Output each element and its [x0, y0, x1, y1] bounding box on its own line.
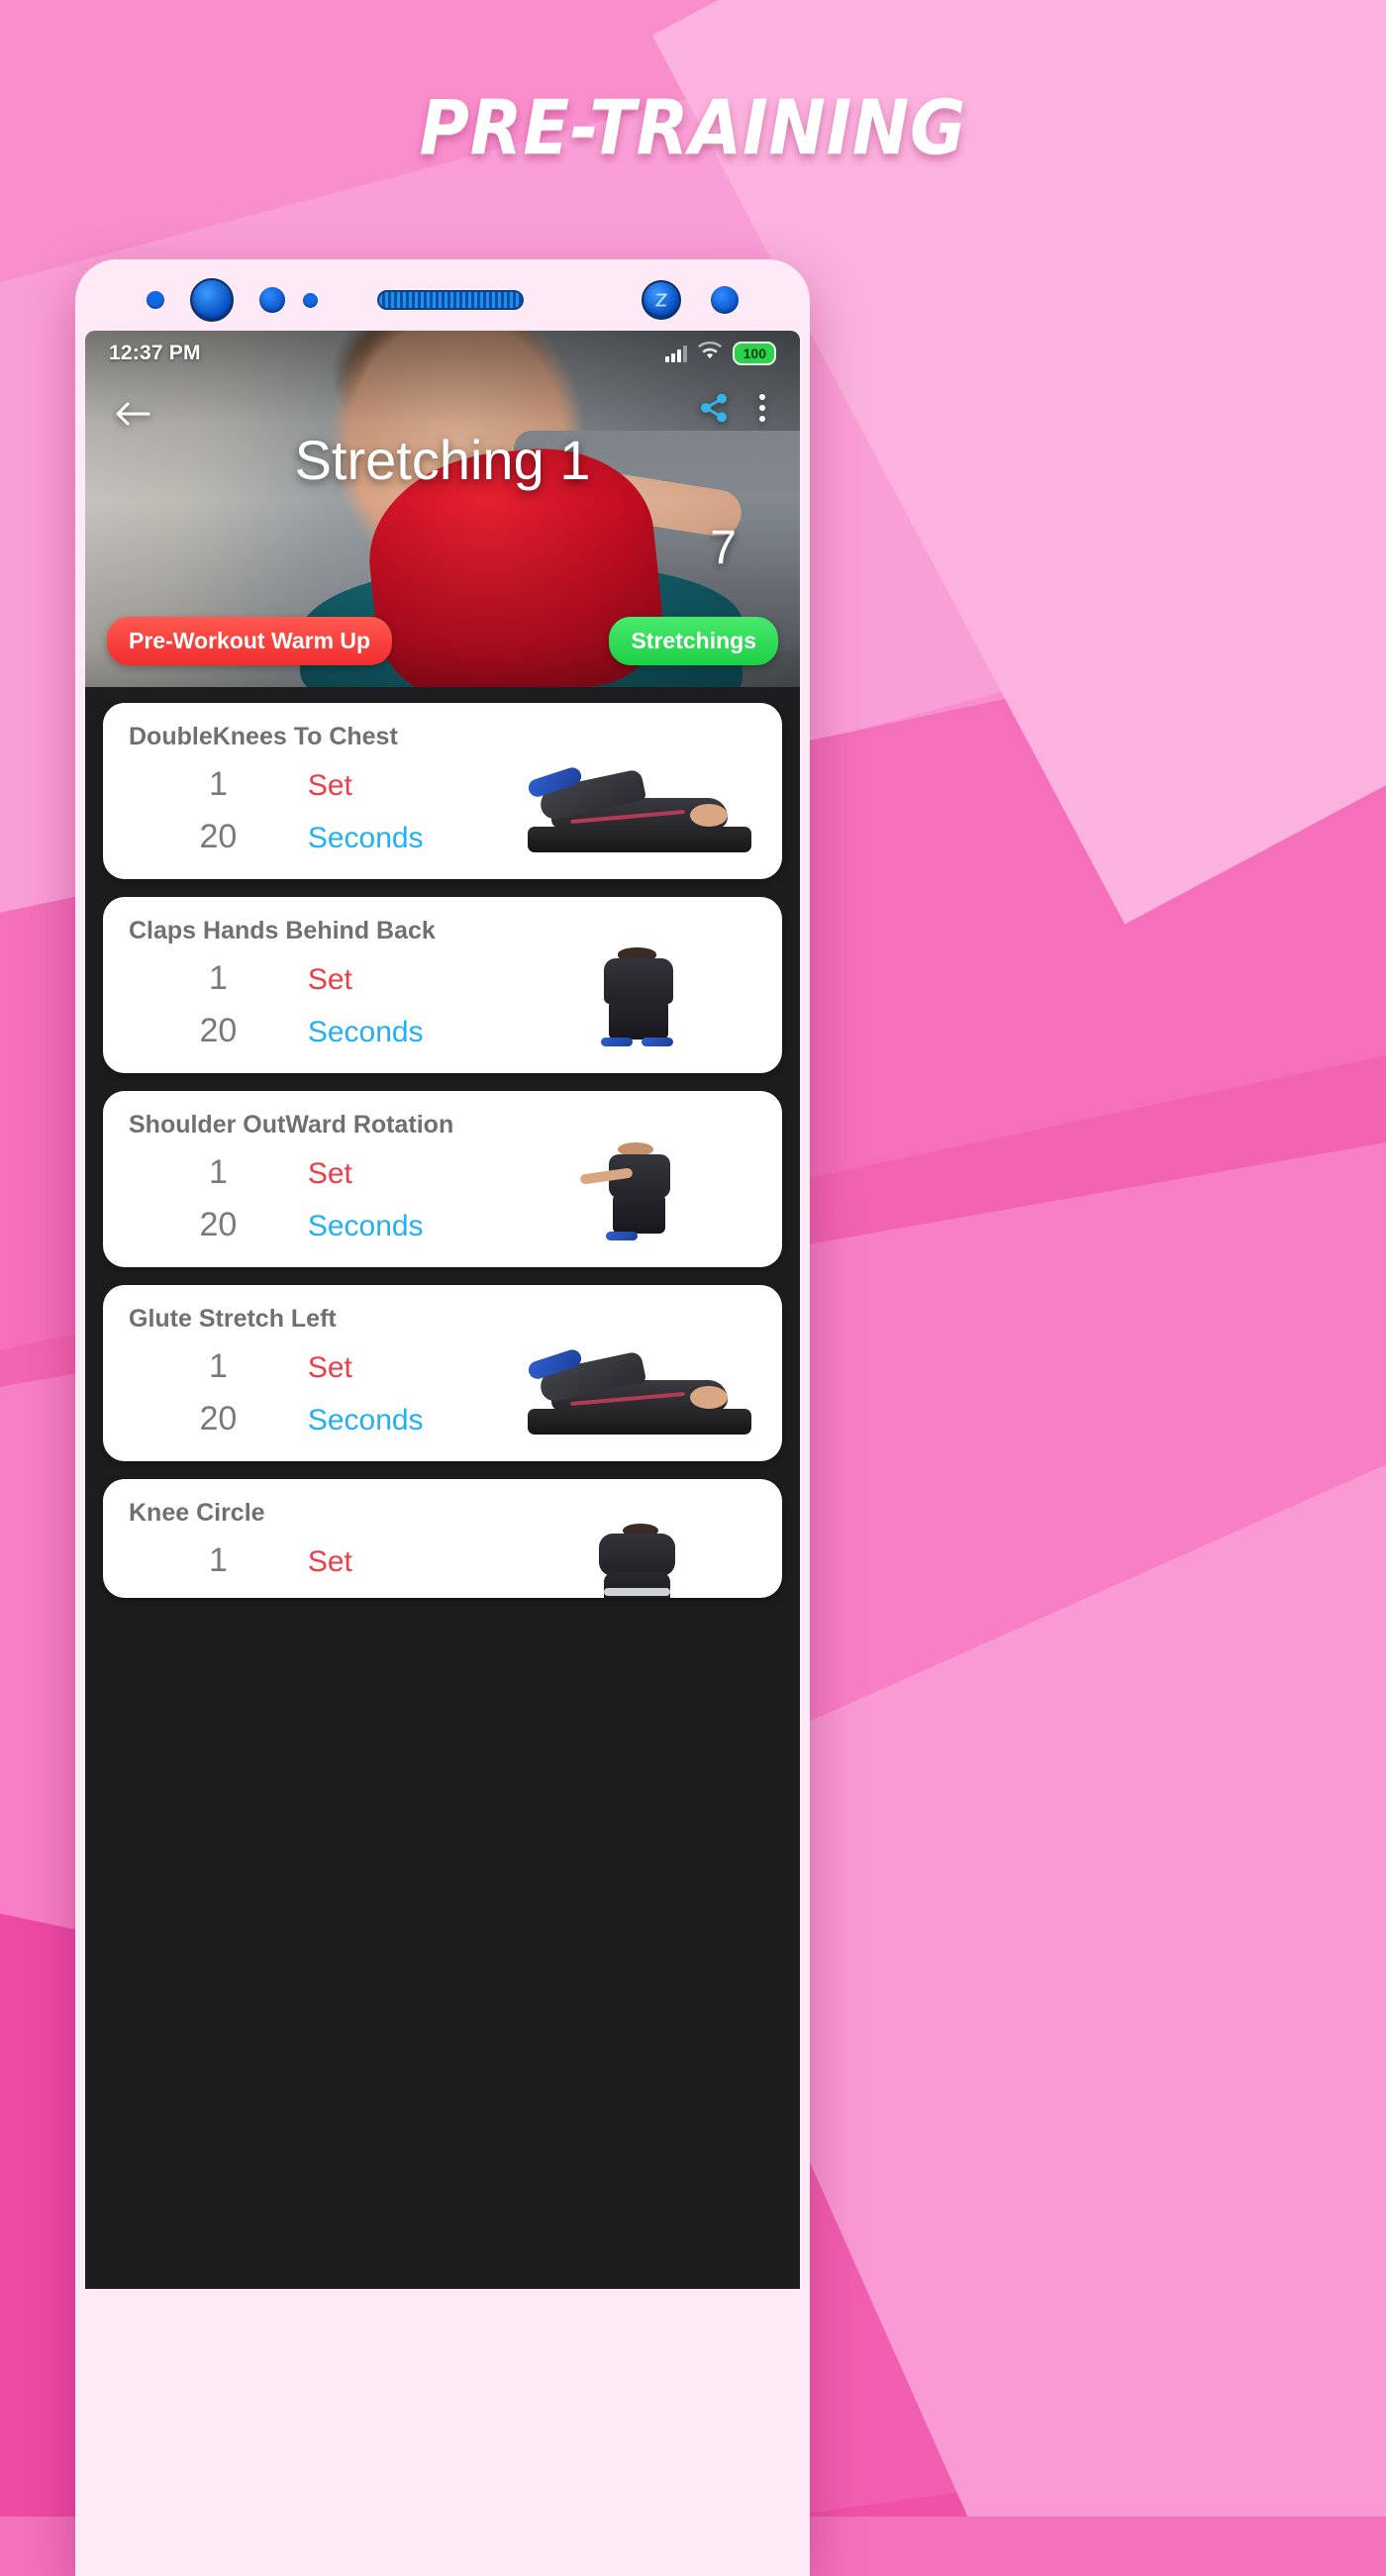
exercise-stats: 1 Set 20Seconds	[129, 1528, 518, 1598]
exercise-card-body: 1 Set 20 Seconds	[129, 945, 756, 1050]
seconds-value: 20	[199, 1012, 238, 1049]
tag-stretchings[interactable]: Stretchings	[609, 617, 778, 665]
sets-label: Set	[307, 769, 352, 802]
front-camera-icon	[190, 278, 234, 322]
exercise-title: DoubleKnees To Chest	[129, 723, 398, 750]
tag-pre-workout-warm-up[interactable]: Pre-Workout Warm Up	[107, 617, 393, 665]
exercise-stats: 1 Set 20 Seconds	[129, 1139, 518, 1244]
exercise-card-body: 1 Set 20 Seconds	[129, 1334, 756, 1438]
seconds-value: 20	[199, 1400, 238, 1437]
sets-value: 1	[208, 1153, 228, 1191]
exercise-stats: 1 Set 20 Seconds	[129, 751, 518, 856]
exercise-thumb-doubleknees-to-chest	[518, 751, 756, 856]
exercise-card[interactable]: DoubleKnees To Chest 1 Set 20 Seconds	[103, 703, 782, 879]
app-screen: 12:37 PM 100 Stretching 1 7 Pre-Workout …	[85, 331, 800, 2289]
seconds-label: Seconds	[307, 822, 424, 854]
exercise-card[interactable]: Claps Hands Behind Back 1 Set 20 Seconds	[103, 897, 782, 1073]
exercise-list[interactable]: DoubleKnees To Chest 1 Set 20 Seconds Claps H…	[85, 687, 800, 2289]
seconds-row: 20 Seconds	[129, 1206, 518, 1244]
seconds-row: 20 Seconds	[129, 818, 518, 856]
exercise-thumb-shoulder-outward-rotation	[518, 1139, 756, 1244]
proximity-sensor-icon	[641, 280, 681, 320]
share-icon[interactable]	[697, 392, 731, 424]
exercise-card[interactable]: Knee Circle 1 Set 20Seconds	[103, 1479, 782, 1598]
exercise-card-body: 1 Set 20 Seconds	[129, 1139, 756, 1244]
seconds-value: 20	[199, 818, 238, 855]
sets-row: 1 Set	[129, 1153, 518, 1192]
signal-bars-icon	[664, 345, 687, 362]
seconds-row: 20 Seconds	[129, 1012, 518, 1050]
sets-row: 1 Set	[129, 765, 518, 804]
exercise-title: Glute Stretch Left	[129, 1305, 337, 1333]
seconds-label: Seconds	[307, 1210, 424, 1242]
sets-label: Set	[307, 1351, 352, 1384]
hero-exercise-count: 7	[710, 522, 737, 574]
sets-value: 1	[208, 1347, 228, 1385]
earpiece-speaker-icon	[376, 290, 524, 310]
exercise-card[interactable]: Shoulder OutWard Rotation 1 Set 20 Seconds	[103, 1091, 782, 1267]
sets-label: Set	[307, 1545, 352, 1578]
sets-label: Set	[307, 1157, 352, 1190]
seconds-row: 20 Seconds	[129, 1400, 518, 1438]
sets-value: 1	[208, 959, 228, 997]
exercise-card-body: 1 Set 20Seconds	[129, 1523, 756, 1598]
seconds-row: 20Seconds	[129, 1594, 518, 1598]
sensor-dot-icon	[259, 287, 285, 313]
exercise-stats: 1 Set 20 Seconds	[129, 945, 518, 1050]
sets-label: Set	[307, 963, 352, 996]
exercise-card-body: 1 Set 20 Seconds	[129, 751, 756, 856]
hero-header: 12:37 PM 100 Stretching 1 7 Pre-Workout …	[85, 331, 800, 687]
sets-row: 1 Set	[129, 1347, 518, 1386]
phone-mockup: 12:37 PM 100 Stretching 1 7 Pre-Workout …	[75, 259, 810, 2576]
seconds-label: Seconds	[307, 1404, 424, 1437]
sensor-dot-icon	[147, 291, 164, 309]
exercise-title: Claps Hands Behind Back	[129, 917, 436, 944]
exercise-title: Shoulder OutWard Rotation	[129, 1111, 454, 1139]
exercise-thumb-claps-hands-behind-back	[518, 945, 756, 1050]
seconds-value: 20	[199, 1206, 238, 1243]
exercise-title: Knee Circle	[129, 1499, 265, 1527]
phone-sensor-strip	[85, 269, 800, 331]
sensor-dot-icon	[303, 292, 318, 308]
sets-value: 1	[208, 765, 228, 803]
exercise-thumb-glute-stretch-left	[518, 1334, 756, 1438]
promo-headline: PRE-TRAINING	[419, 83, 967, 171]
exercise-card[interactable]: Glute Stretch Left 1 Set 20 Seconds	[103, 1285, 782, 1461]
hero-title: Stretching 1	[294, 429, 591, 491]
exercise-stats: 1 Set 20 Seconds	[129, 1334, 518, 1438]
seconds-label: Seconds	[307, 1016, 424, 1048]
battery-indicator: 100	[732, 342, 776, 365]
status-bar: 12:37 PM 100	[85, 331, 800, 376]
status-time: 12:37 PM	[109, 342, 201, 364]
wifi-icon	[697, 341, 722, 365]
more-vertical-icon[interactable]	[750, 394, 774, 422]
sensor-dot-icon	[710, 286, 739, 314]
sets-row: 1 Set	[129, 1541, 518, 1580]
hero-tag-row: Pre-Workout Warm Up Stretchings	[85, 617, 800, 665]
exercise-thumb-knee-circle	[518, 1523, 756, 1598]
sets-value: 1	[208, 1541, 228, 1579]
seconds-value: 20	[129, 1594, 308, 1598]
sets-row: 1 Set	[129, 959, 518, 998]
